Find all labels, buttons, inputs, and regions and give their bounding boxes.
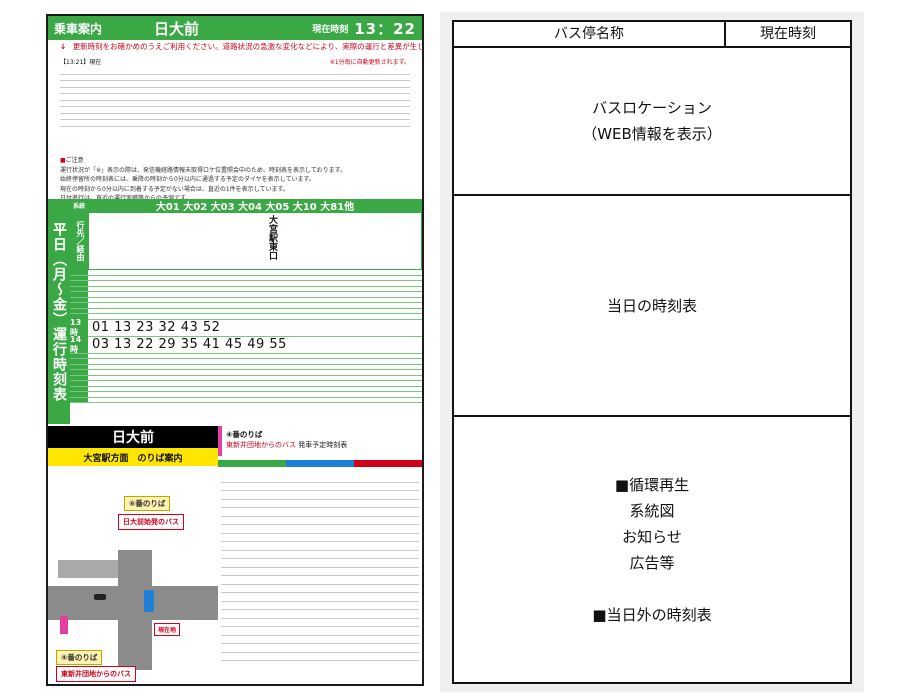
wireframe-frame: バス停名称 現在時刻 バスロケーション （WEB情報を表示） 当日の時刻表 ■循… (452, 20, 852, 684)
saturday-column (286, 460, 354, 467)
sign-stop-name: 日大前 (154, 19, 200, 38)
platform-4-desc: 東新井団地からのバス (56, 666, 136, 682)
schedule-row (221, 576, 419, 585)
schedule-row (221, 474, 419, 483)
schedule-row (221, 627, 419, 636)
schedule-title-rest: 発車予定時刻表 (298, 441, 348, 449)
today-timetable-label: 当日の時刻表 (606, 296, 697, 315)
hour-13-label: 13時 (70, 318, 88, 337)
sign-notice-text: 更新時刻をお確かめのうえご利用ください。道路状況の急激な変化などにより、実際の運… (72, 42, 422, 51)
route-list: 大01 大02 大03 大04 大05 大10 大81他 (155, 202, 355, 213)
holiday-column (354, 460, 422, 467)
wireframe-today-timetable: 当日の時刻表 (454, 196, 850, 417)
schedule-row (221, 602, 419, 610)
wireframe-stop-name: バス停名称 (454, 22, 726, 46)
wireframe-panel: バス停名称 現在時刻 バスロケーション （WEB情報を表示） 当日の時刻表 ■循… (440, 12, 864, 692)
schedule-row (221, 619, 419, 627)
schedule-row (221, 551, 419, 559)
hour-14-minutes: 03 13 22 29 35 41 45 49 55 (92, 337, 287, 352)
schedule-grid (221, 474, 419, 674)
caution-line: 運行状況が「※」表示の際は、発信機経路情報未取得ロケ位置照会中のため、時刻表を表… (60, 166, 347, 174)
wireframe-loop-content: ■循環再生 系統図 お知らせ 広告等 ■当日外の時刻表 (454, 417, 850, 683)
map-area: ⑥番のりば 日大前始発のバス 現在地 ④番のりば 東新井団地からのバス (48, 466, 218, 684)
schedule-row (221, 500, 419, 508)
sign-header: 乗車案内 日大前 現在時刻 13：22 (48, 16, 422, 40)
schedule-row (221, 593, 419, 602)
caution-line: 始終停留所の時刻表には、乗降の時刻から0分以内に通過する予定のダイヤを表示してい… (60, 176, 315, 183)
timetable-destination: 行先／経由 大宮駅東口 (70, 212, 422, 270)
loop-line-3: お知らせ (622, 528, 682, 546)
timetable-side-label: 平日（月〜金）運行時刻表 (48, 199, 70, 424)
schedule-column-header (218, 460, 422, 467)
sign-notice: ↓ 更新時刻をお確かめのうえご利用ください。道路状況の急激な変化などにより、実際… (48, 40, 422, 53)
schedule-row (221, 534, 419, 542)
bus-location-line-2: （WEB情報を表示） (582, 125, 722, 143)
schedule-row (221, 568, 419, 576)
loop-line-4: 広告等 (629, 554, 675, 572)
hour-13-minutes: 01 13 23 32 43 52 (92, 320, 221, 335)
down-arrow-icon: ↓ (60, 42, 67, 51)
timetable-row (70, 397, 422, 403)
loop-line-1: ■循環再生 (614, 476, 690, 494)
wireframe-bus-location: バスロケーション （WEB情報を表示） (454, 48, 850, 196)
schedule-row (221, 525, 419, 534)
platform-4-marker (60, 616, 68, 634)
schedule-row (221, 644, 419, 653)
schedule-row (221, 585, 419, 593)
schedule-row (221, 483, 419, 491)
current-location-marker: 現在地 (154, 623, 181, 636)
bus-stop-signage: 乗車案内 日大前 現在時刻 13：22 ↓ 更新時刻をお確かめのうえご利用くださ… (46, 14, 424, 686)
caution-title: ■ご注意 (60, 157, 84, 164)
caution-line: 現在の時刻から0分以内に到着する予定がない場合は、直近の1件を表示しています。 (60, 185, 289, 193)
timetable-hour-13: 13時 01 13 23 32 43 52 (70, 318, 422, 337)
destination-name: 大宮駅東口 (267, 215, 277, 260)
bus-icon (144, 590, 154, 612)
location-row (60, 120, 410, 127)
platform-map: 日大前 大宮駅方面 のりば案内 ⑥番のりば 日大前始発のバス 現在地 ④番のりば… (48, 426, 218, 684)
sign-time-label: 現在時刻 (312, 24, 349, 35)
platform-6-label: ⑥番のりば (124, 496, 171, 511)
schedule-heading: 東新井団地からのバス 発車予定時刻表 (226, 440, 422, 450)
map-stop-name: 日大前 (48, 426, 218, 448)
bus-location-table: 【13:21】現在 ※1分毎に自動更新されます。 (60, 57, 410, 149)
timetable-rows: 13時 01 13 23 32 43 52 14時 03 13 22 29 35… (70, 270, 422, 416)
schedule-title-pink: 東新井団地からのバス (226, 441, 296, 449)
hour-14-label: 14時 (70, 335, 88, 354)
sign-header-label: 乗車案内 (54, 21, 103, 36)
departure-schedule: ④番のりば 東新井団地からのバス 発車予定時刻表 (218, 426, 422, 684)
traffic-light-icon (94, 594, 106, 600)
route-key: 系統 (72, 203, 85, 210)
destination-key: 行先／経由 (71, 213, 89, 269)
schedule-row (221, 517, 419, 525)
weekday-timetable: 平日（月〜金）運行時刻表 系統 大01 大02 大03 大04 大05 大10 … (48, 199, 422, 424)
loop-line-2: 系統図 (629, 502, 675, 520)
schedule-row (221, 653, 419, 661)
schedule-title: ④番のりば 東新井団地からのバス 発車予定時刻表 (218, 426, 422, 456)
schedule-platform: ④番のりば (226, 430, 263, 439)
schedule-row (221, 610, 419, 619)
map-direction: 大宮駅方面 のりば案内 (48, 448, 218, 466)
schedule-row (221, 491, 419, 500)
location-caption-right: ※1分毎に自動更新されます。 (329, 59, 410, 66)
platform-6-desc: 日大前始発のバス (118, 514, 184, 530)
timetable-hour-14: 14時 03 13 22 29 35 41 45 49 55 (70, 335, 422, 354)
sign-time: 13：22 (354, 19, 416, 38)
bus-location-line-1: バスロケーション (592, 99, 712, 117)
schedule-row (221, 542, 419, 551)
wireframe-current-time: 現在時刻 (760, 26, 816, 42)
timetable-routes: 系統 大01 大02 大03 大04 大05 大10 大81他 (70, 199, 422, 213)
caution-notes: ■ご注意 運行状況が「※」表示の際は、発信機経路情報未取得ロケ位置照会中のため、… (60, 156, 410, 204)
schedule-row (221, 508, 419, 517)
schedule-row (221, 636, 419, 644)
location-caption-left: 【13:21】現在 (60, 59, 102, 66)
loop-line-5: ■当日外の時刻表 (592, 606, 712, 624)
stop-guide-area: 日大前 大宮駅方面 のりば案内 ⑥番のりば 日大前始発のバス 現在地 ④番のりば… (48, 426, 422, 684)
road (58, 560, 118, 578)
schedule-row (221, 559, 419, 568)
wireframe-header: バス停名称 現在時刻 (454, 22, 850, 48)
location-caption: 【13:21】現在 ※1分毎に自動更新されます。 (60, 57, 410, 66)
platform-4-label: ④番のりば (56, 650, 103, 665)
weekday-column (218, 460, 286, 467)
